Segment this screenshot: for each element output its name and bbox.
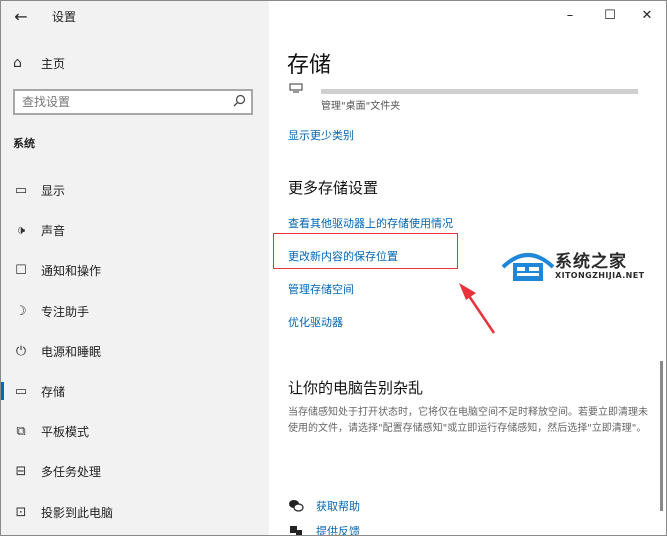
feedback-row[interactable]: 提供反馈 [288,523,360,535]
project-icon: ⊡ [15,504,27,520]
sidebar-item-sound[interactable]: 🕩 声音 [1,212,269,248]
minimize-button[interactable]: – [555,6,585,26]
search-icon[interactable] [231,93,247,111]
home-icon: ⌂ [13,55,22,71]
sidebar-item-label: 通知和操作 [41,263,102,278]
page-title: 存储 [287,53,332,78]
search-box[interactable] [13,89,253,115]
display-icon: ▭ [14,182,28,198]
sidebar-item-storage[interactable]: ▭ 存储 [1,373,269,409]
settings-window: ← 设置 ⌂ 主页 系统 ▭ 显示 🕩 声音 ☐ 通知和操作 ☽ [0,0,667,536]
view-other-drives-link[interactable]: 查看其他驱动器上的存储使用情况 [288,215,453,231]
sidebar-item-label: 声音 [41,223,66,238]
maximize-button[interactable]: ☐ [595,6,625,26]
sidebar-item-label: 显示 [41,183,66,198]
optimize-drives-link[interactable]: 优化驱动器 [288,314,343,330]
declutter-heading: 让你的电脑告别杂乱 [288,379,424,397]
watermark: 系统之家 XITONGZHIJIA.NET [499,241,659,291]
power-icon: ⏻ [15,343,27,359]
declutter-description: 当存储感知处于打开状态时，它将仅在电脑空间不足时释放空间。若要立即清理未使用的文… [288,407,648,434]
scrollbar-thumb[interactable] [660,361,663,511]
feedback-link[interactable]: 提供反馈 [316,523,360,535]
close-button[interactable]: ✕ [632,6,662,26]
sidebar-item-home[interactable]: ⌂ 主页 [13,53,65,73]
sidebar-item-label: 电源和睡眠 [41,344,102,359]
sidebar-item-focus-assist[interactable]: ☽ 专注助手 [1,293,269,329]
storage-icon: ▭ [14,383,28,399]
show-fewer-categories-link[interactable]: 显示更少类别 [288,127,354,143]
sidebar-item-project[interactable]: ⊡ 投影到此电脑 [1,494,269,530]
feedback-icon [290,526,302,535]
sidebar-item-label: 多任务处理 [41,464,102,479]
focus-assist-icon: ☽ [15,303,27,319]
back-arrow-icon[interactable]: ← [11,7,31,27]
sidebar: ← 设置 ⌂ 主页 系统 ▭ 显示 🕩 声音 ☐ 通知和操作 ☽ [1,1,269,535]
storage-usage-bar [321,89,638,94]
sidebar-item-multitasking[interactable]: ⊟ 多任务处理 [1,453,269,489]
sound-icon: 🕩 [16,222,26,238]
sidebar-item-power[interactable]: ⏻ 电源和睡眠 [1,333,269,369]
get-help-link[interactable]: 获取帮助 [316,498,360,514]
watermark-name: 系统之家 [555,252,627,272]
sidebar-item-notifications[interactable]: ☐ 通知和操作 [1,252,269,288]
notification-icon: ☐ [15,262,27,278]
sidebar-item-label: 平板模式 [41,424,90,439]
sidebar-item-label: 存储 [41,384,66,399]
chat-help-icon [289,500,304,512]
app-title: 设置 [52,10,77,24]
section-title-system: 系统 [13,137,35,150]
search-input[interactable] [15,91,222,113]
change-save-location-link[interactable]: 更改新内容的保存位置 [288,248,398,264]
storage-category-caption: 管理"桌面"文件夹 [321,101,401,112]
sidebar-item-label: 投影到此电脑 [41,505,114,520]
multitask-icon: ⊟ [15,463,27,479]
get-help-row[interactable]: 获取帮助 [288,498,360,514]
home-label: 主页 [41,56,66,71]
tablet-icon: ⧉ [16,423,26,439]
more-storage-settings-heading: 更多存储设置 [288,179,379,197]
sidebar-item-label: 专注助手 [41,304,90,319]
sidebar-item-tablet[interactable]: ⧉ 平板模式 [1,413,269,449]
sidebar-item-display[interactable]: ▭ 显示 [1,172,269,208]
manage-storage-spaces-link[interactable]: 管理存储空间 [288,281,354,297]
watermark-logo-icon [501,253,555,281]
watermark-url: XITONGZHIJIA.NET [555,271,645,280]
desktop-icon [289,83,303,93]
